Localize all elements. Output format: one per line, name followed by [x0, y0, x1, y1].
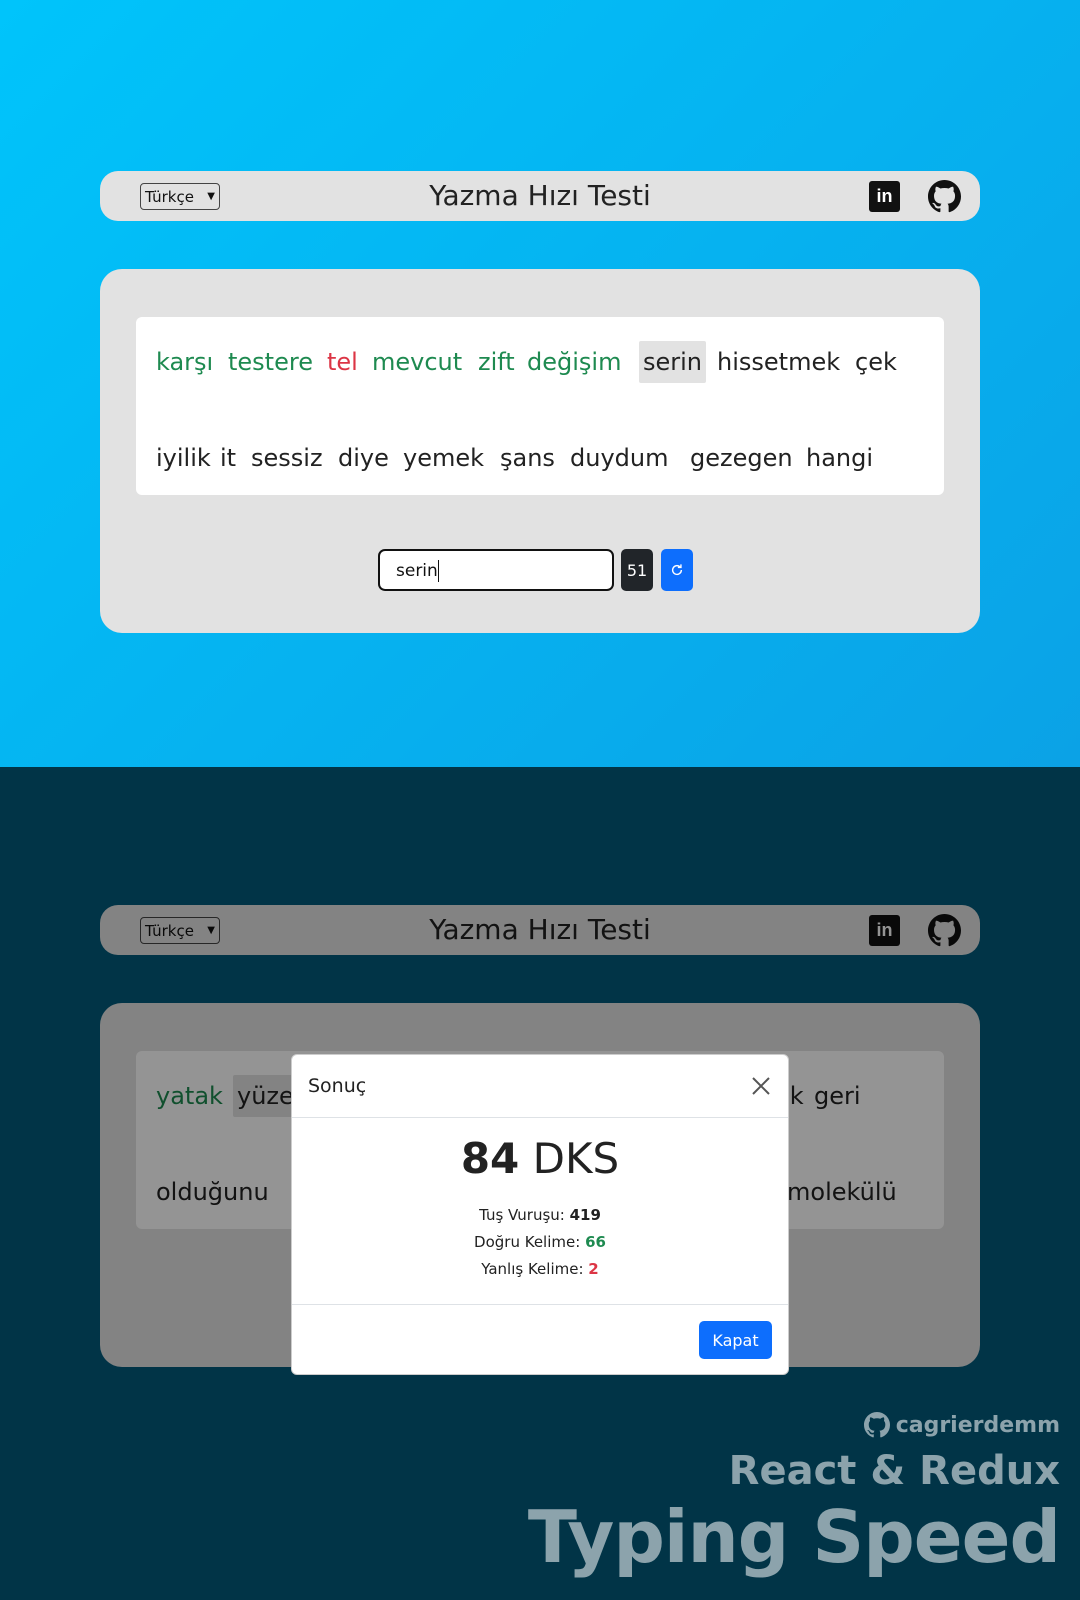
wpm-unit: DKS: [532, 1134, 620, 1183]
word: duydum: [570, 444, 669, 472]
current-word: serin: [639, 341, 707, 383]
word: zift: [478, 348, 515, 376]
watermark-username-text: cagrierdemm: [895, 1412, 1060, 1438]
close-icon[interactable]: [748, 1073, 774, 1099]
modal-body: 84 DKS Tuş Vuruşu: 419 Doğru Kelime: 66 …: [292, 1118, 788, 1305]
word: hissetmek: [717, 348, 841, 376]
top-screenshot-panel: Türkçe ▼ Yazma Hızı Testi in karşı teste…: [0, 0, 1080, 767]
keystrokes-value: 419: [569, 1206, 601, 1224]
text-caret: [437, 560, 439, 582]
app-header: Türkçe ▼ Yazma Hızı Testi in: [100, 171, 980, 221]
word: değişim: [527, 348, 622, 376]
keystrokes-stat: Tuş Vuruşu: 419: [292, 1206, 788, 1224]
typing-input-value: serin: [396, 561, 438, 581]
word: şans: [500, 444, 555, 472]
wpm-result: 84 DKS: [292, 1134, 788, 1183]
wpm-value: 84: [460, 1134, 520, 1183]
word: yemek: [403, 444, 485, 472]
linkedin-icon[interactable]: in: [869, 181, 900, 212]
word: çek: [855, 348, 897, 376]
refresh-button[interactable]: [661, 549, 693, 591]
wrong-words-stat: Yanlış Kelime: 2: [292, 1260, 788, 1278]
test-card: karşı testere tel mevcut zift değişim se…: [100, 269, 980, 633]
close-button[interactable]: Kapat: [699, 1321, 772, 1359]
github-icon: [863, 1412, 890, 1438]
word-display: karşı testere tel mevcut zift değişim se…: [136, 317, 944, 495]
word: diye: [338, 444, 389, 472]
modal-header: Sonuç: [292, 1055, 788, 1118]
word: sessiz: [251, 444, 323, 472]
word: tel: [327, 348, 358, 376]
modal-footer: Kapat: [292, 1305, 788, 1375]
word: iyilik: [156, 444, 211, 472]
word: karşı: [156, 348, 214, 376]
correct-words-label: Doğru Kelime:: [474, 1233, 581, 1251]
word: hangi: [806, 444, 874, 472]
wrong-words-value: 2: [588, 1260, 599, 1278]
watermark-subtitle: React & Redux: [728, 1448, 1060, 1494]
word: testere: [228, 348, 313, 376]
watermark-username: cagrierdemm: [863, 1412, 1060, 1438]
github-icon[interactable]: [928, 180, 961, 213]
timer-badge: 51: [621, 549, 653, 591]
typing-input[interactable]: serin: [378, 549, 614, 591]
correct-words-value: 66: [585, 1233, 606, 1251]
page-title: Yazma Hızı Testi: [429, 179, 651, 212]
word: mevcut: [372, 348, 463, 376]
wrong-words-label: Yanlış Kelime:: [481, 1260, 584, 1278]
result-modal: Sonuç 84 DKS Tuş Vuruşu: 419 Doğru Kelim…: [291, 1054, 789, 1375]
word: gezegen: [690, 444, 793, 472]
keystrokes-label: Tuş Vuruşu:: [479, 1206, 565, 1224]
refresh-icon: [671, 564, 683, 576]
correct-words-stat: Doğru Kelime: 66: [292, 1233, 788, 1251]
modal-title: Sonuç: [308, 1075, 367, 1097]
watermark-title: Typing Speed: [527, 1495, 1061, 1579]
word: it: [220, 444, 237, 472]
